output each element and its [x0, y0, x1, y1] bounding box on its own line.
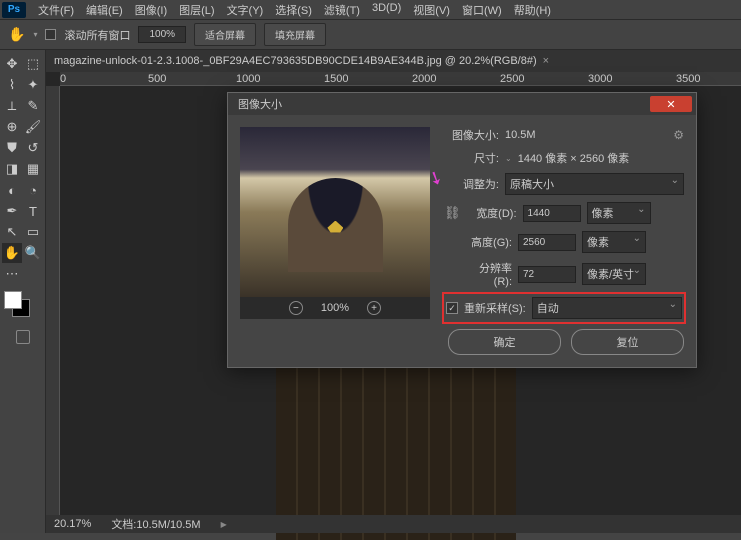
status-zoom[interactable]: 20.17% — [54, 518, 91, 530]
type-tool-icon[interactable]: T — [23, 201, 43, 221]
form-pane: ➘ 图像大小: 10.5M ⚙ 尺寸: ⌄ 1440 像素 × 2560 像素 … — [444, 127, 684, 355]
resample-highlight: ✓ 重新采样(S): 自动 — [442, 292, 686, 324]
eyedropper-tool-icon[interactable]: ✎ — [23, 96, 43, 116]
hand-tool-icon[interactable]: ✋ — [2, 243, 22, 263]
image-size-value: 10.5M — [505, 129, 536, 141]
ok-button[interactable]: 确定 — [448, 329, 561, 355]
menu-item[interactable]: 视图(V) — [407, 0, 456, 20]
brush-tool-icon[interactable]: 🖌 — [23, 117, 43, 137]
menu-item[interactable]: 窗口(W) — [456, 0, 508, 20]
dodge-tool-icon[interactable]: ◔ — [23, 180, 43, 200]
scroll-all-label: 滚动所有窗口 — [64, 27, 130, 43]
lasso-tool-icon[interactable]: ⌇ — [2, 75, 22, 95]
menu-item[interactable]: 帮助(H) — [508, 0, 557, 20]
height-input[interactable] — [518, 234, 576, 251]
tool-preset-chevron-icon[interactable]: ▾ — [33, 30, 37, 39]
document-tab-label: magazine-unlock-01-2.3.1008-_0BF29A4EC79… — [54, 55, 537, 67]
resolution-label: 分辨率(R): — [464, 260, 512, 288]
tools-panel: ✥ ⬚ ⌇ ✦ ⟂ ✎ ⊕ 🖌 ⛊ ↺ ◨ ▦ ◐ ◔ ✒ T ↖ ▭ ✋ 🔍 … — [0, 50, 46, 533]
ruler-mark: 2500 — [500, 73, 524, 85]
fit-to-select[interactable]: 原稿大小 — [505, 173, 684, 195]
menu-item[interactable]: 文字(Y) — [221, 0, 270, 20]
menu-item[interactable]: 滤镜(T) — [318, 0, 366, 20]
height-label: 高度(G): — [464, 234, 512, 250]
close-icon[interactable]: ✕ — [650, 96, 692, 112]
crop-tool-icon[interactable]: ⟂ — [2, 96, 22, 116]
dimensions-value: 1440 像素 × 2560 像素 — [518, 150, 630, 166]
resample-label: 重新采样(S): — [464, 300, 526, 316]
zoom-out-icon[interactable]: − — [289, 301, 303, 315]
shape-tool-icon[interactable]: ▭ — [23, 222, 43, 242]
history-brush-tool-icon[interactable]: ↺ — [23, 138, 43, 158]
fill-screen-button[interactable]: 填充屏幕 — [264, 23, 326, 46]
resample-select[interactable]: 自动 — [532, 297, 682, 319]
menu-item[interactable]: 文件(F) — [32, 0, 80, 20]
ruler-mark: 3500 — [676, 73, 700, 85]
menubar: Ps 文件(F)编辑(E)图像(I)图层(L)文字(Y)选择(S)滤镜(T)3D… — [0, 0, 741, 20]
quick-mask[interactable] — [2, 330, 43, 344]
healing-tool-icon[interactable]: ⊕ — [2, 117, 22, 137]
height-unit-select[interactable]: 像素 — [582, 231, 646, 253]
image-size-dialog: 图像大小 ✕ − 100% + ➘ 图像大小: 10.5M ⚙ 尺寸: ⌄ 1 — [227, 92, 697, 368]
ruler-mark: 2000 — [412, 73, 436, 85]
options-bar: ✋ ▾ 滚动所有窗口 100% 适合屏幕 填充屏幕 — [0, 20, 741, 50]
gradient-tool-icon[interactable]: ▦ — [23, 159, 43, 179]
edit-toolbar-icon[interactable]: ⋯ — [2, 264, 22, 284]
status-bar: 20.17% 文档:10.5M/10.5M ▶ — [46, 515, 741, 533]
color-swatches[interactable] — [2, 291, 43, 321]
hand-tool-icon: ✋ — [8, 26, 25, 43]
magic-wand-tool-icon[interactable]: ✦ — [23, 75, 43, 95]
pen-tool-icon[interactable]: ✒ — [2, 201, 22, 221]
marquee-tool-icon[interactable]: ⬚ — [23, 54, 43, 74]
resample-checkbox[interactable]: ✓ — [446, 302, 458, 314]
dialog-title: 图像大小 — [238, 96, 282, 112]
stamp-tool-icon[interactable]: ⛊ — [2, 138, 22, 158]
close-tab-icon[interactable]: × — [543, 55, 549, 67]
link-icon[interactable]: ⛓ — [444, 205, 461, 221]
fit-screen-button[interactable]: 适合屏幕 — [194, 23, 256, 46]
dim-unit-chevron-icon[interactable]: ⌄ — [505, 154, 512, 163]
document-tab[interactable]: magazine-unlock-01-2.3.1008-_0BF29A4EC79… — [46, 50, 741, 72]
horizontal-ruler: 0 500 1000 1500 2000 2500 3000 3500 — [60, 72, 741, 86]
width-input[interactable] — [523, 205, 581, 222]
zoom-in-icon[interactable]: + — [367, 301, 381, 315]
ruler-mark: 3000 — [588, 73, 612, 85]
ruler-mark: 0 — [60, 73, 66, 85]
resolution-input[interactable] — [518, 266, 576, 283]
ruler-mark: 500 — [148, 73, 166, 85]
zoom-value[interactable]: 100% — [138, 26, 186, 43]
foreground-color-swatch[interactable] — [4, 291, 22, 309]
spacer — [23, 264, 43, 284]
eraser-tool-icon[interactable]: ◨ — [2, 159, 22, 179]
status-flyout-icon[interactable]: ▶ — [221, 520, 227, 529]
app-logo: Ps — [2, 2, 26, 18]
menu-item[interactable]: 图层(L) — [173, 0, 220, 20]
blur-tool-icon[interactable]: ◐ — [2, 180, 22, 200]
preview-zoom: 100% — [321, 302, 349, 314]
preview-image[interactable] — [240, 127, 430, 297]
menu-item[interactable]: 编辑(E) — [80, 0, 129, 20]
width-unit-select[interactable]: 像素 — [587, 202, 651, 224]
menu-item[interactable]: 选择(S) — [269, 0, 318, 20]
status-doc: 文档:10.5M/10.5M — [111, 516, 200, 532]
dimensions-label: 尺寸: — [444, 150, 499, 166]
ruler-mark: 1000 — [236, 73, 260, 85]
menu-item[interactable]: 图像(I) — [129, 0, 173, 20]
zoom-tool-icon[interactable]: 🔍 — [23, 243, 43, 263]
move-tool-icon[interactable]: ✥ — [2, 54, 22, 74]
gear-icon[interactable]: ⚙ — [673, 128, 684, 142]
path-tool-icon[interactable]: ↖ — [2, 222, 22, 242]
fit-to-label: 调整为: — [444, 176, 499, 192]
preview-pane: − 100% + — [240, 127, 430, 355]
width-label: 宽度(D): — [469, 205, 517, 221]
scroll-all-checkbox[interactable] — [45, 29, 56, 40]
dialog-titlebar[interactable]: 图像大小 ✕ — [228, 93, 696, 115]
resolution-unit-select[interactable]: 像素/英寸 — [582, 263, 646, 285]
image-size-label: 图像大小: — [444, 127, 499, 143]
ruler-mark: 1500 — [324, 73, 348, 85]
menu-item[interactable]: 3D(D) — [366, 0, 407, 20]
reset-button[interactable]: 复位 — [571, 329, 684, 355]
vertical-ruler — [46, 86, 60, 515]
